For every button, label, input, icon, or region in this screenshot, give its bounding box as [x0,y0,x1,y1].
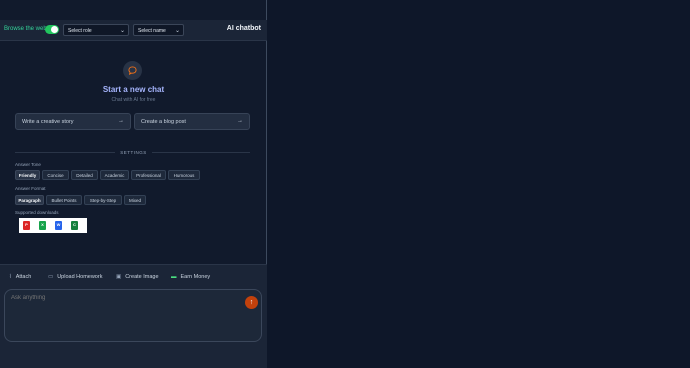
role-select-value: Select role [68,28,92,34]
tone-chip-professional[interactable]: Professional [131,170,166,180]
send-button[interactable]: ↑ [245,296,258,309]
name-select[interactable]: Select name ⌄ [133,24,184,36]
tone-chip-academic[interactable]: Academic [100,170,129,180]
browse-web-label: Browse the web [4,26,47,32]
create-image-button[interactable]: ▣ Create Image [116,274,159,280]
app-title: AI chatbot [226,25,261,32]
chevron-down-icon: ⌄ [174,28,180,34]
divider [152,152,250,153]
pdf-icon: P [23,221,30,230]
upload-homework-label: Upload Homework [57,274,103,280]
tone-chip-detailed[interactable]: Detailed [71,170,98,180]
image-icon: ▣ [116,274,122,280]
suggestion-blog-post[interactable]: Create a blog post → [134,113,250,130]
browse-web-toggle[interactable] [45,25,59,34]
word-icon: W [55,221,62,230]
earn-money-label: Earn Money [180,274,211,280]
suggestion-label: Create a blog post [141,119,186,125]
upload-homework-button[interactable]: ▭ Upload Homework [48,274,102,280]
page-title: Start a new chat [102,85,165,94]
arrow-up-icon: ↑ [249,299,254,306]
message-composer: ↑ [4,289,262,342]
page-subtitle: Chat with AI for free [111,97,156,103]
role-select[interactable]: Select role ⌄ [63,24,129,36]
book-icon: ▭ [48,274,54,280]
format-chip-mixed[interactable]: Mixed [124,195,146,205]
chevron-down-icon: ⌄ [119,28,125,34]
tone-chip-concise[interactable]: Concise [42,170,69,180]
create-image-label: Create Image [125,274,159,280]
suggestion-label: Write a creative story [22,119,74,125]
attach-button[interactable]: ⌇ Attach [9,274,31,280]
suggestion-creative-story[interactable]: Write a creative story → [15,113,131,130]
chat-bubble-icon [123,61,142,80]
excel-icon: X [39,221,46,230]
name-select-value: Select name [138,28,166,34]
composer-area: ⌇ Attach ▭ Upload Homework ▣ Create Image ▬… [0,264,267,368]
tone-chip-humorous[interactable]: Humorous [168,170,200,180]
money-icon: ▬ [171,274,177,280]
earn-money-button[interactable]: ▬ Earn Money [171,274,210,280]
arrow-right-icon: → [237,118,243,124]
message-input[interactable] [11,295,231,301]
arrow-right-icon: → [118,118,124,124]
tone-chip-friendly[interactable]: Friendly [15,170,40,180]
attach-label: Attach [15,274,32,280]
format-chip-paragraph[interactable]: Paragraph [15,195,44,205]
supported-downloads: P X W C [19,218,87,233]
csv-icon: C [71,221,78,230]
format-chip-bullet-points[interactable]: Bullet Points [46,195,82,205]
top-bar: Browse the web Select role ⌄ Select name… [0,20,267,41]
chat-panel: Browse the web Select role ⌄ Select name… [0,0,267,368]
supported-downloads-label: Supported downloads [15,210,59,215]
answer-tone-label: Answer Tone [15,162,41,167]
format-chip-step-by-step[interactable]: Step-by-Step [84,195,122,205]
paperclip-icon: ⌇ [9,274,12,280]
answer-format-label: Answer Format [15,186,46,191]
